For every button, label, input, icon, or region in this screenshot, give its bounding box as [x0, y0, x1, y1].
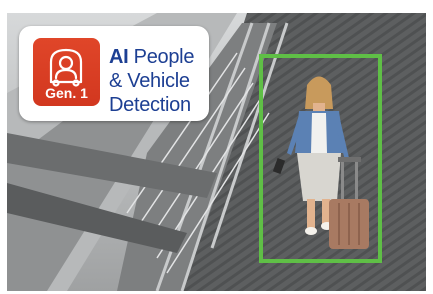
generation-badge: Gen. 1 [33, 38, 100, 106]
title-line-3: Detection [109, 94, 191, 116]
title-line-1: People [128, 46, 195, 68]
person-detection-box [259, 54, 382, 263]
generation-label: Gen. 1 [45, 85, 88, 101]
product-title: AI People & Vehicle Detection [109, 45, 194, 117]
camera-frame: Gen. 1 AI People & Vehicle Detection [7, 13, 426, 291]
title-line-2: & Vehicle [109, 70, 190, 92]
product-badge: Gen. 1 AI People & Vehicle Detection [19, 26, 209, 121]
title-emphasis: AI [109, 46, 129, 68]
